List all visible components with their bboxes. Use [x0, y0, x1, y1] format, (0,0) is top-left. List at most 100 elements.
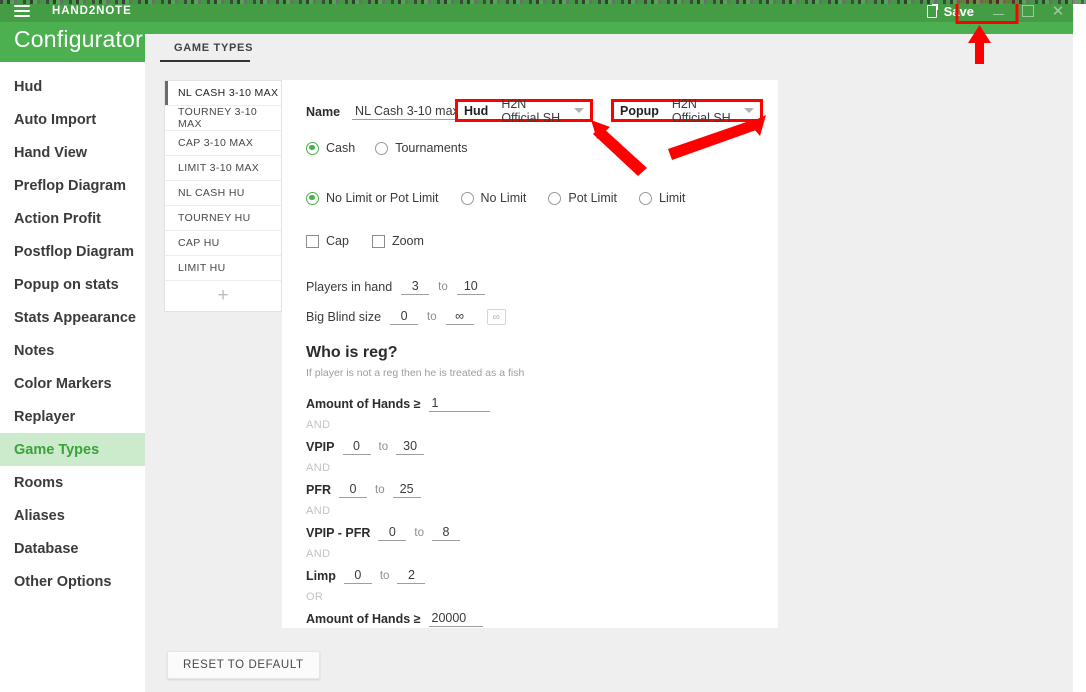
- list-item[interactable]: NL CASH 3-10 MAX: [165, 81, 281, 106]
- list-item[interactable]: LIMIT 3-10 MAX: [165, 156, 281, 181]
- close-icon[interactable]: ✕: [1043, 0, 1073, 22]
- vpip-to-input[interactable]: 30: [396, 439, 425, 455]
- save-file-icon: [926, 4, 938, 18]
- radio-off-icon: [460, 191, 474, 205]
- sidebar-item-hud[interactable]: Hud: [0, 70, 145, 103]
- criteria-label: VPIP - PFR: [306, 525, 371, 540]
- players-in-hand-row: Players in hand 3 to 10: [306, 279, 485, 295]
- vpip-from-input[interactable]: 0: [342, 439, 371, 455]
- conjunction-label: AND: [306, 419, 331, 432]
- limit-kind-radio-group: No Limit or Pot Limit No Limit Pot Limit…: [306, 191, 685, 205]
- minimize-icon[interactable]: [983, 0, 1013, 22]
- big-blind-to-input[interactable]: ∞: [445, 309, 474, 325]
- feature-checkbox-group: Cap Zoom: [306, 234, 424, 248]
- big-blind-to-label: to: [427, 311, 437, 323]
- checkbox-cap[interactable]: Cap: [306, 234, 349, 248]
- list-item[interactable]: CAP HU: [165, 231, 281, 256]
- radio-cash[interactable]: Cash: [306, 141, 355, 155]
- players-to-label: to: [438, 281, 448, 293]
- sidebar-item-stats-appearance[interactable]: Stats Appearance: [0, 301, 145, 334]
- checkbox-zoom-label: Zoom: [391, 234, 424, 248]
- criteria-label: Limp: [306, 568, 336, 583]
- checkbox-zoom[interactable]: Zoom: [371, 234, 424, 248]
- amount-of-hands-min-input[interactable]: 1: [428, 396, 490, 412]
- list-item[interactable]: TOURNEY HU: [165, 206, 281, 231]
- list-item[interactable]: TOURNEY 3-10 MAX: [165, 106, 281, 131]
- reset-to-default-button[interactable]: RESET TO DEFAULT: [167, 651, 320, 679]
- name-input[interactable]: NL Cash 3-10 max: [352, 104, 462, 120]
- sidebar-item-game-types[interactable]: Game Types: [0, 433, 145, 466]
- game-kind-radio-group: Cash Tournaments: [306, 141, 467, 155]
- name-row: Name NL Cash 3-10 max: [306, 104, 462, 120]
- sidebar-item-color-markers[interactable]: Color Markers: [0, 367, 145, 400]
- popup-value: H2N Official SH: [671, 96, 731, 125]
- sidebar-item-replayer[interactable]: Replayer: [0, 400, 145, 433]
- radio-tournaments-label: Tournaments: [395, 141, 468, 155]
- limp-from-input[interactable]: 0: [343, 568, 372, 584]
- sidebar-item-database[interactable]: Database: [0, 532, 145, 565]
- criteria-row-pfr: PFR 0 to 25: [306, 479, 746, 501]
- tab-game-types[interactable]: GAME TYPES: [160, 34, 267, 62]
- sidebar-item-preflop-diagram[interactable]: Preflop Diagram: [0, 169, 145, 202]
- add-game-type-button[interactable]: +: [165, 281, 281, 311]
- radio-pot-limit-label: Pot Limit: [568, 191, 618, 205]
- radio-on-icon: [306, 191, 319, 205]
- pfr-from-input[interactable]: 0: [339, 482, 367, 498]
- hud-label: Hud: [464, 103, 489, 118]
- tab-strip: GAME TYPES: [145, 34, 1073, 63]
- list-item[interactable]: CAP 3-10 MAX: [165, 131, 281, 156]
- criteria-row-vpip-minus-pfr: VPIP - PFR 0 to 8: [306, 522, 746, 544]
- hamburger-icon[interactable]: [14, 5, 30, 17]
- chevron-down-icon: [574, 108, 584, 113]
- save-button[interactable]: Save: [918, 2, 983, 21]
- criteria-label: Amount of Hands ≥: [306, 611, 421, 626]
- big-blind-from-input[interactable]: 0: [390, 309, 419, 325]
- title-bar: HAND2NOTE Save ✕: [0, 0, 1073, 22]
- sidebar-item-popup-on-stats[interactable]: Popup on stats: [0, 268, 145, 301]
- players-from-input[interactable]: 3: [401, 279, 430, 295]
- vpip-pfr-to-input[interactable]: 8: [431, 525, 460, 541]
- popup-dropdown[interactable]: Popup H2N Official SH: [611, 96, 763, 125]
- players-to-input[interactable]: 10: [456, 279, 485, 295]
- pfr-to-input[interactable]: 25: [392, 482, 421, 498]
- radio-no-limit-or-pot-limit-label: No Limit or Pot Limit: [326, 191, 439, 205]
- radio-cash-label: Cash: [326, 141, 356, 155]
- amount-of-hands-max-input[interactable]: 20000: [428, 611, 483, 627]
- list-item[interactable]: LIMIT HU: [165, 256, 281, 281]
- who-is-reg-heading: Who is reg?: [306, 344, 398, 361]
- sidebar-item-action-profit[interactable]: Action Profit: [0, 202, 145, 235]
- sidebar: Hud Auto Import Hand View Preflop Diagra…: [0, 62, 145, 692]
- sidebar-item-aliases[interactable]: Aliases: [0, 499, 145, 532]
- conjunction-label: OR: [306, 591, 324, 604]
- vpip-pfr-from-input[interactable]: 0: [378, 525, 407, 541]
- game-type-list: NL CASH 3-10 MAX TOURNEY 3-10 MAX CAP 3-…: [164, 80, 282, 312]
- checkbox-cap-label: Cap: [326, 234, 349, 248]
- sidebar-item-rooms[interactable]: Rooms: [0, 466, 145, 499]
- screen: HAND2NOTE Save ✕ Configurator GAME TYPES…: [0, 0, 1086, 692]
- page-title: Configurator: [14, 26, 143, 52]
- hud-dropdown[interactable]: Hud H2N Official SH: [455, 96, 593, 125]
- hud-value: H2N Official SH: [501, 96, 561, 125]
- limp-to-input[interactable]: 2: [397, 568, 426, 584]
- to-label: to: [379, 569, 390, 582]
- radio-no-limit[interactable]: No Limit: [460, 191, 526, 205]
- list-item[interactable]: NL CASH HU: [165, 181, 281, 206]
- radio-limit[interactable]: Limit: [639, 191, 685, 205]
- radio-off-icon: [375, 141, 389, 155]
- maximize-icon[interactable]: [1013, 0, 1043, 22]
- conjunction-label: AND: [306, 462, 331, 475]
- sidebar-item-other-options[interactable]: Other Options: [0, 565, 145, 598]
- checkbox-off-icon: [306, 234, 319, 248]
- radio-tournaments[interactable]: Tournaments: [375, 141, 467, 155]
- to-label: to: [375, 483, 385, 496]
- sidebar-item-postflop-diagram[interactable]: Postflop Diagram: [0, 235, 145, 268]
- infinity-icon[interactable]: ∞: [486, 309, 506, 325]
- sidebar-item-notes[interactable]: Notes: [0, 334, 145, 367]
- radio-pot-limit[interactable]: Pot Limit: [548, 191, 617, 205]
- sidebar-item-auto-import[interactable]: Auto Import: [0, 103, 145, 136]
- radio-off-icon: [639, 191, 653, 205]
- radio-no-limit-or-pot-limit[interactable]: No Limit or Pot Limit: [306, 191, 439, 205]
- criteria-row-vpip: VPIP 0 to 30: [306, 436, 746, 458]
- big-blind-size-label: Big Blind size: [306, 310, 382, 324]
- sidebar-item-hand-view[interactable]: Hand View: [0, 136, 145, 169]
